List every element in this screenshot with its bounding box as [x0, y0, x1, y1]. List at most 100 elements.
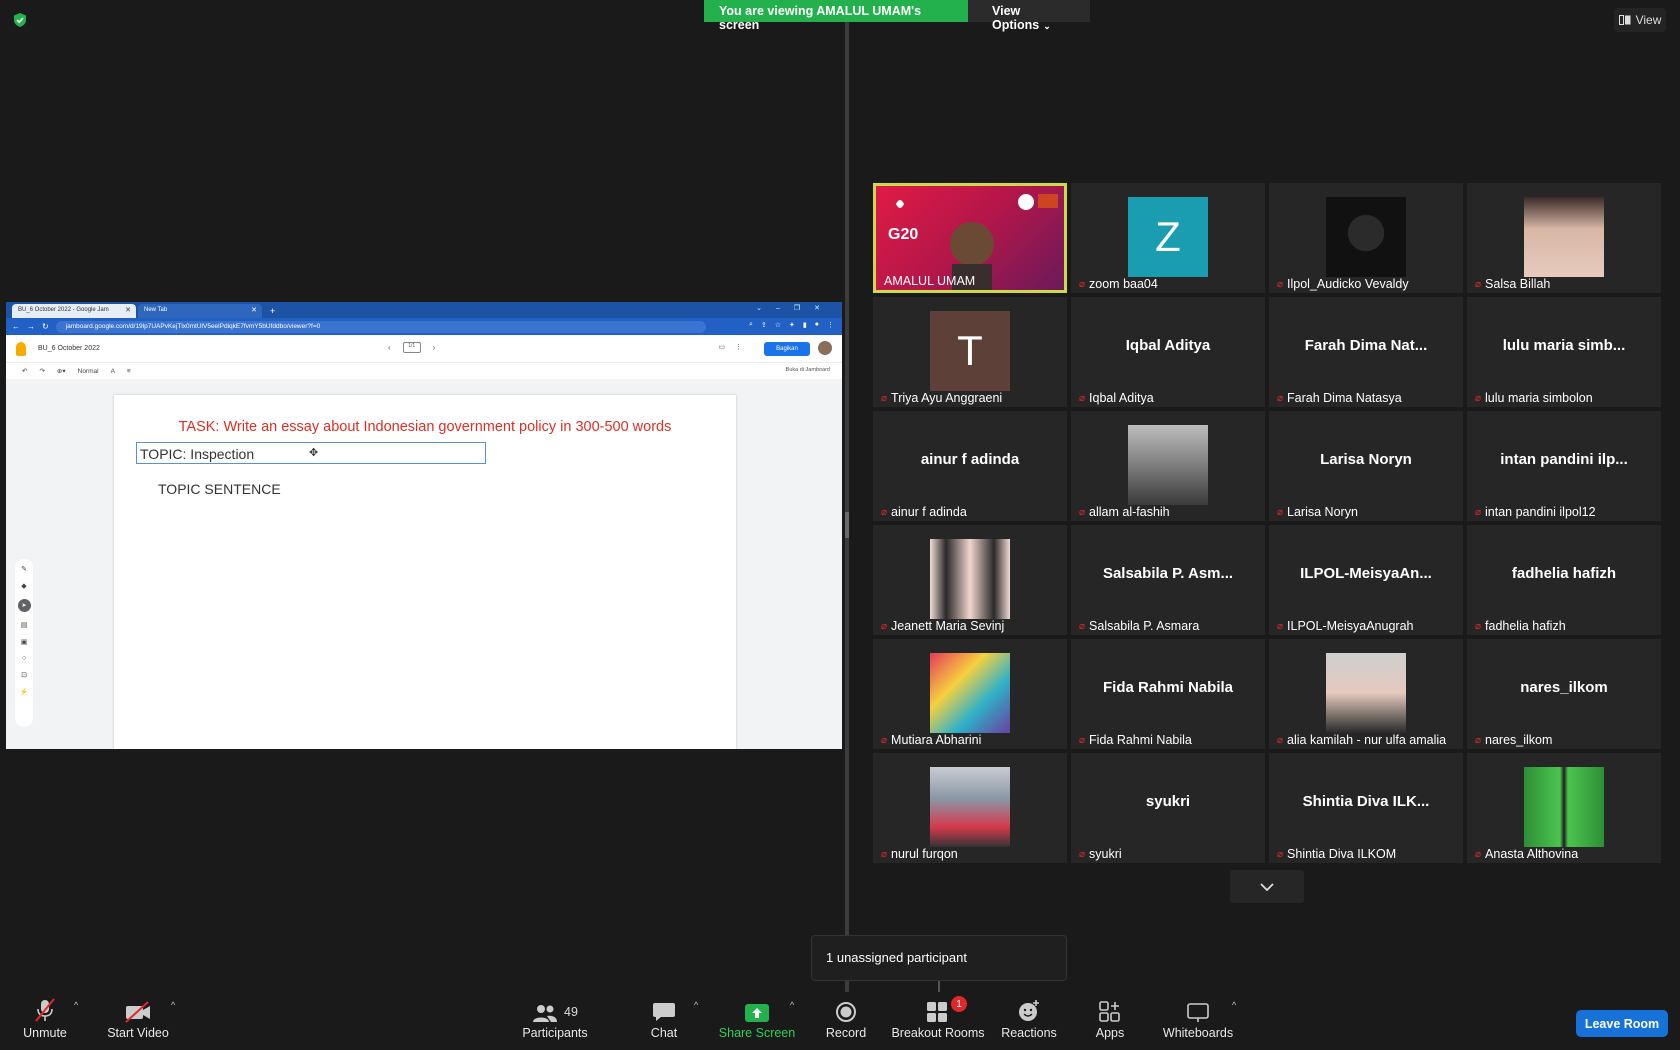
shield-check-icon[interactable] [12, 12, 28, 28]
participant-tile[interactable]: fadhelia hafizh ⌀ fadhelia hafizh [1467, 525, 1661, 635]
participant-tile[interactable]: ⌀ Mutiara Abharini [873, 639, 1067, 749]
reload-icon[interactable]: ↻ [42, 322, 49, 331]
participant-tile[interactable]: Salsabila P. Asm... ⌀ Salsabila P. Asmara [1071, 525, 1265, 635]
topic-textbox[interactable]: TOPIC: Inspection ✥ [136, 442, 486, 464]
breakout-rooms-icon [927, 1002, 947, 1022]
unassigned-toast[interactable]: 1 unassigned participant [811, 935, 1067, 981]
browser-tab-new[interactable]: New Tab ✕ [138, 304, 262, 318]
participant-tile[interactable]: Fida Rahmi Nabila ⌀ Fida Rahmi Nabila [1071, 639, 1265, 749]
share-screen-icon [745, 1004, 769, 1022]
whiteboard-options-caret[interactable]: ^ [1232, 1000, 1236, 1010]
participant-tile[interactable]: ⌀ Anasta Althovina [1467, 753, 1661, 863]
participant-tile[interactable]: T ⌀ Triya Ayu Anggraeni [873, 297, 1067, 407]
divider-handle[interactable] [845, 512, 849, 538]
participant-tile[interactable]: ⌀ Jeanett Maria Sevinj [873, 525, 1067, 635]
whiteboards-button[interactable]: Whiteboards [1163, 992, 1233, 1050]
participant-tile[interactable]: Z ⌀ zoom baa04 [1071, 183, 1265, 293]
participant-name: Salsa Billah [1485, 277, 1551, 291]
browser-tab-jamboard[interactable]: BU_6 October 2022 - Google Jam ✕ [12, 304, 136, 318]
forward-icon[interactable]: → [27, 322, 35, 331]
search-icon[interactable]: ⌕ [749, 321, 753, 329]
audio-options-caret[interactable]: ^ [74, 1000, 78, 1010]
record-button[interactable]: Record [826, 992, 866, 1050]
open-in-jamboard[interactable]: Buka di Jamboard [786, 367, 830, 373]
participant-tile[interactable]: Shintia Diva ILK... ⌀ Shintia Diva ILKOM [1269, 753, 1463, 863]
share-button[interactable]: Bagikan [764, 342, 810, 356]
pen-icon[interactable]: ✎ [21, 565, 27, 573]
breakout-rooms-button[interactable]: 1 Breakout Rooms [891, 992, 985, 1050]
extensions-icon[interactable]: ✦ [789, 321, 795, 329]
textbox-icon[interactable]: ⊡ [21, 671, 27, 679]
jam-frame[interactable]: TASK: Write an essay about Indonesian go… [114, 395, 736, 749]
avatar[interactable] [818, 341, 832, 355]
chat-options-caret[interactable]: ^ [694, 1000, 698, 1010]
view-button[interactable]: View [1614, 8, 1666, 32]
jamboard-header: BU_6 October 2022 ‹ 1/1 › ▭⋮ Bagikan [6, 335, 842, 363]
sticky-note-icon[interactable]: ▤ [21, 621, 28, 629]
close-icon[interactable]: ✕ [125, 306, 131, 314]
undo-icon[interactable]: ↶ [22, 367, 27, 375]
participant-name: ainur f adinda [891, 505, 967, 519]
address-bar[interactable]: jamboard.google.com/d/19lp7UAPvKejTlx0mt… [55, 320, 706, 333]
participant-name-label: ⌀ zoom baa04 [1079, 277, 1158, 291]
star-icon[interactable]: ☆ [775, 321, 781, 329]
chevron-down-icon: ⌄ [1043, 21, 1051, 31]
start-video-button[interactable]: Start Video [106, 992, 170, 1050]
image-icon[interactable]: ▣ [21, 638, 28, 646]
present-icon[interactable]: ▭⋮ [718, 343, 752, 351]
prev-frame-icon[interactable]: ‹ [388, 343, 391, 352]
profile-icon[interactable]: ● [815, 321, 819, 329]
window-controls[interactable]: ⌄–❐✕ [756, 304, 834, 312]
participant-tile[interactable]: ⌀ alia kamilah - nur ulfa amalia [1269, 639, 1463, 749]
microphone-muted-icon [35, 998, 55, 1022]
participant-tile[interactable]: Larisa Noryn ⌀ Larisa Noryn [1269, 411, 1463, 521]
sidebar-icon[interactable]: ▮ [803, 321, 807, 329]
participant-tile[interactable]: ainur f adinda ⌀ ainur f adinda [873, 411, 1067, 521]
frame-counter[interactable]: 1/1 [402, 342, 421, 353]
participant-tile[interactable]: G20 AMALUL UMAM [873, 183, 1067, 293]
reactions-button[interactable]: Reactions [1001, 992, 1057, 1050]
participant-tile[interactable]: nares_ilkom ⌀ nares_ilkom [1467, 639, 1661, 749]
task-text[interactable]: TASK: Write an essay about Indonesian go… [114, 419, 736, 435]
eraser-icon[interactable]: ◆ [21, 582, 26, 590]
leave-room-button[interactable]: Leave Room [1576, 1010, 1668, 1037]
participant-tile[interactable]: intan pandini ilp... ⌀ intan pandini ilpol… [1467, 411, 1661, 521]
laser-icon[interactable]: ⚡ [20, 688, 29, 696]
view-options-button[interactable]: View Options ⌄ [968, 0, 1090, 32]
apps-button[interactable]: Apps [1095, 992, 1125, 1050]
participant-tile[interactable]: ⌀ allam al-fashih [1071, 411, 1265, 521]
muted-mic-icon: ⌀ [1475, 278, 1482, 290]
select-icon[interactable]: ➤ [17, 599, 31, 612]
next-page-button[interactable] [1230, 870, 1304, 903]
back-icon[interactable]: ← [12, 322, 20, 331]
zoom-select[interactable]: Normal [78, 368, 99, 375]
chat-button[interactable]: Chat [651, 992, 677, 1050]
participant-tile[interactable]: ⌀ Ilpol_Audicko Vevaldy [1269, 183, 1463, 293]
unmute-button[interactable]: Unmute [22, 992, 68, 1050]
participant-tile[interactable]: lulu maria simb... ⌀ lulu maria simbolon [1467, 297, 1661, 407]
menu-icon[interactable]: ⋮ [827, 321, 834, 329]
circle-icon[interactable]: ○ [22, 655, 26, 662]
share-options-caret[interactable]: ^ [790, 1000, 794, 1010]
participant-tile[interactable]: Iqbal Aditya ⌀ Iqbal Aditya [1071, 297, 1265, 407]
video-options-caret[interactable]: ^ [171, 1000, 175, 1010]
participant-tile[interactable]: Farah Dima Nat... ⌀ Farah Dima Natasya [1269, 297, 1463, 407]
participant-tile[interactable]: syukri ⌀ syukri [1071, 753, 1265, 863]
move-icon[interactable]: ✥ [309, 446, 318, 459]
share-screen-button[interactable]: Share Screen [719, 992, 795, 1050]
topic-sentence-text[interactable]: TOPIC SENTENCE [158, 481, 281, 497]
zoom-icon[interactable]: ⊕▾ [57, 367, 66, 375]
text-color-icon[interactable]: A [111, 368, 115, 375]
redo-icon[interactable]: ↷ [39, 367, 44, 375]
close-icon[interactable]: ✕ [251, 306, 257, 314]
align-icon[interactable]: ≡ [127, 368, 131, 375]
participant-tile[interactable]: ILPOL-MeisyaAn... ⌀ ILPOL-MeisyaAnugrah [1269, 525, 1463, 635]
split-divider[interactable] [845, 22, 849, 992]
participants-button[interactable]: 49 Participants [522, 992, 588, 1050]
new-tab-icon[interactable]: + [264, 306, 281, 318]
participant-tile[interactable]: ⌀ nurul furqon [873, 753, 1067, 863]
participant-tile[interactable]: ⌀ Salsa Billah [1467, 183, 1661, 293]
share-icon[interactable]: ⇪ [761, 321, 767, 329]
record-icon [836, 1002, 856, 1022]
next-frame-icon[interactable]: › [433, 343, 436, 352]
